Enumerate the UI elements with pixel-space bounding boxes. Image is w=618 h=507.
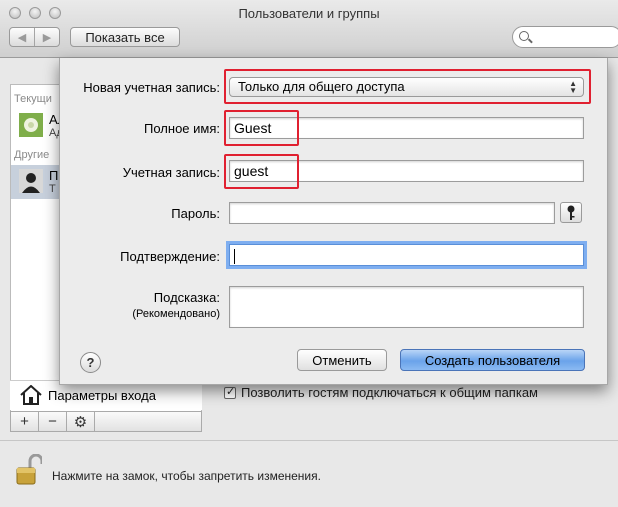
sidebar-action-bar: + − ⚙ <box>10 411 202 432</box>
forward-button[interactable]: ▶ <box>34 28 59 46</box>
sidebar-heading-current: Текущи <box>14 93 52 105</box>
verify-label: Подтверждение: <box>120 249 220 264</box>
window-title: Пользователи и группы <box>238 6 380 21</box>
dandelion-avatar-icon <box>19 113 43 137</box>
help-button[interactable]: ? <box>80 352 101 373</box>
back-button[interactable]: ◀ <box>10 28 34 46</box>
popup-arrows-icon: ▲ ▼ <box>569 79 577 95</box>
lock-open-icon[interactable] <box>16 454 42 486</box>
selected-user-name: П <box>49 168 59 183</box>
search-icon <box>519 31 529 41</box>
account-name-label: Учетная запись: <box>122 165 220 180</box>
create-user-button[interactable]: Создать пользователя <box>400 349 585 371</box>
new-account-sheet: Новая учетная запись: Только для общего … <box>59 58 608 385</box>
verify-field[interactable] <box>229 244 584 266</box>
user-silhouette-icon <box>19 169 43 193</box>
password-label: Пароль: <box>171 206 220 221</box>
key-icon <box>567 205 575 220</box>
search-field[interactable] <box>512 26 618 48</box>
password-assistant-button[interactable] <box>560 202 582 223</box>
gear-icon[interactable]: ⚙ <box>67 412 95 431</box>
house-icon <box>20 385 42 405</box>
account-type-popup[interactable]: Только для общего доступа ▲ ▼ <box>229 77 584 97</box>
full-name-label: Полное имя: <box>144 121 220 136</box>
title-bar: Пользователи и группы ◀ ▶ Показать все <box>0 0 618 58</box>
selected-user-sub: Т <box>49 183 56 195</box>
back-forward-control: ◀ ▶ <box>9 27 60 47</box>
account-type-value: Только для общего доступа <box>238 79 405 94</box>
hint-sublabel: (Рекомендовано) <box>132 308 220 320</box>
hint-label: Подсказка: <box>153 290 220 305</box>
cancel-button[interactable]: Отменить <box>297 349 387 371</box>
sidebar-heading-other: Другие <box>14 149 50 161</box>
guest-shared-folders-checkbox[interactable]: Позволить гостям подключаться к общим па… <box>224 385 538 400</box>
add-user-button[interactable]: + <box>11 412 39 431</box>
remove-user-button[interactable]: − <box>39 412 67 431</box>
checkbox-checked-icon <box>224 385 236 399</box>
full-name-field[interactable]: Guest <box>229 117 584 139</box>
new-account-label: Новая учетная запись: <box>83 80 220 95</box>
guest-shared-folders-label: Позволить гостям подключаться к общим па… <box>241 385 538 400</box>
login-options-label: Параметры входа <box>48 388 156 403</box>
show-all-button[interactable]: Показать все <box>70 27 180 47</box>
lock-message: Нажмите на замок, чтобы запретить измене… <box>52 469 321 483</box>
hint-field[interactable] <box>229 286 584 328</box>
password-field[interactable] <box>229 202 555 224</box>
account-name-field[interactable]: guest <box>229 160 584 182</box>
